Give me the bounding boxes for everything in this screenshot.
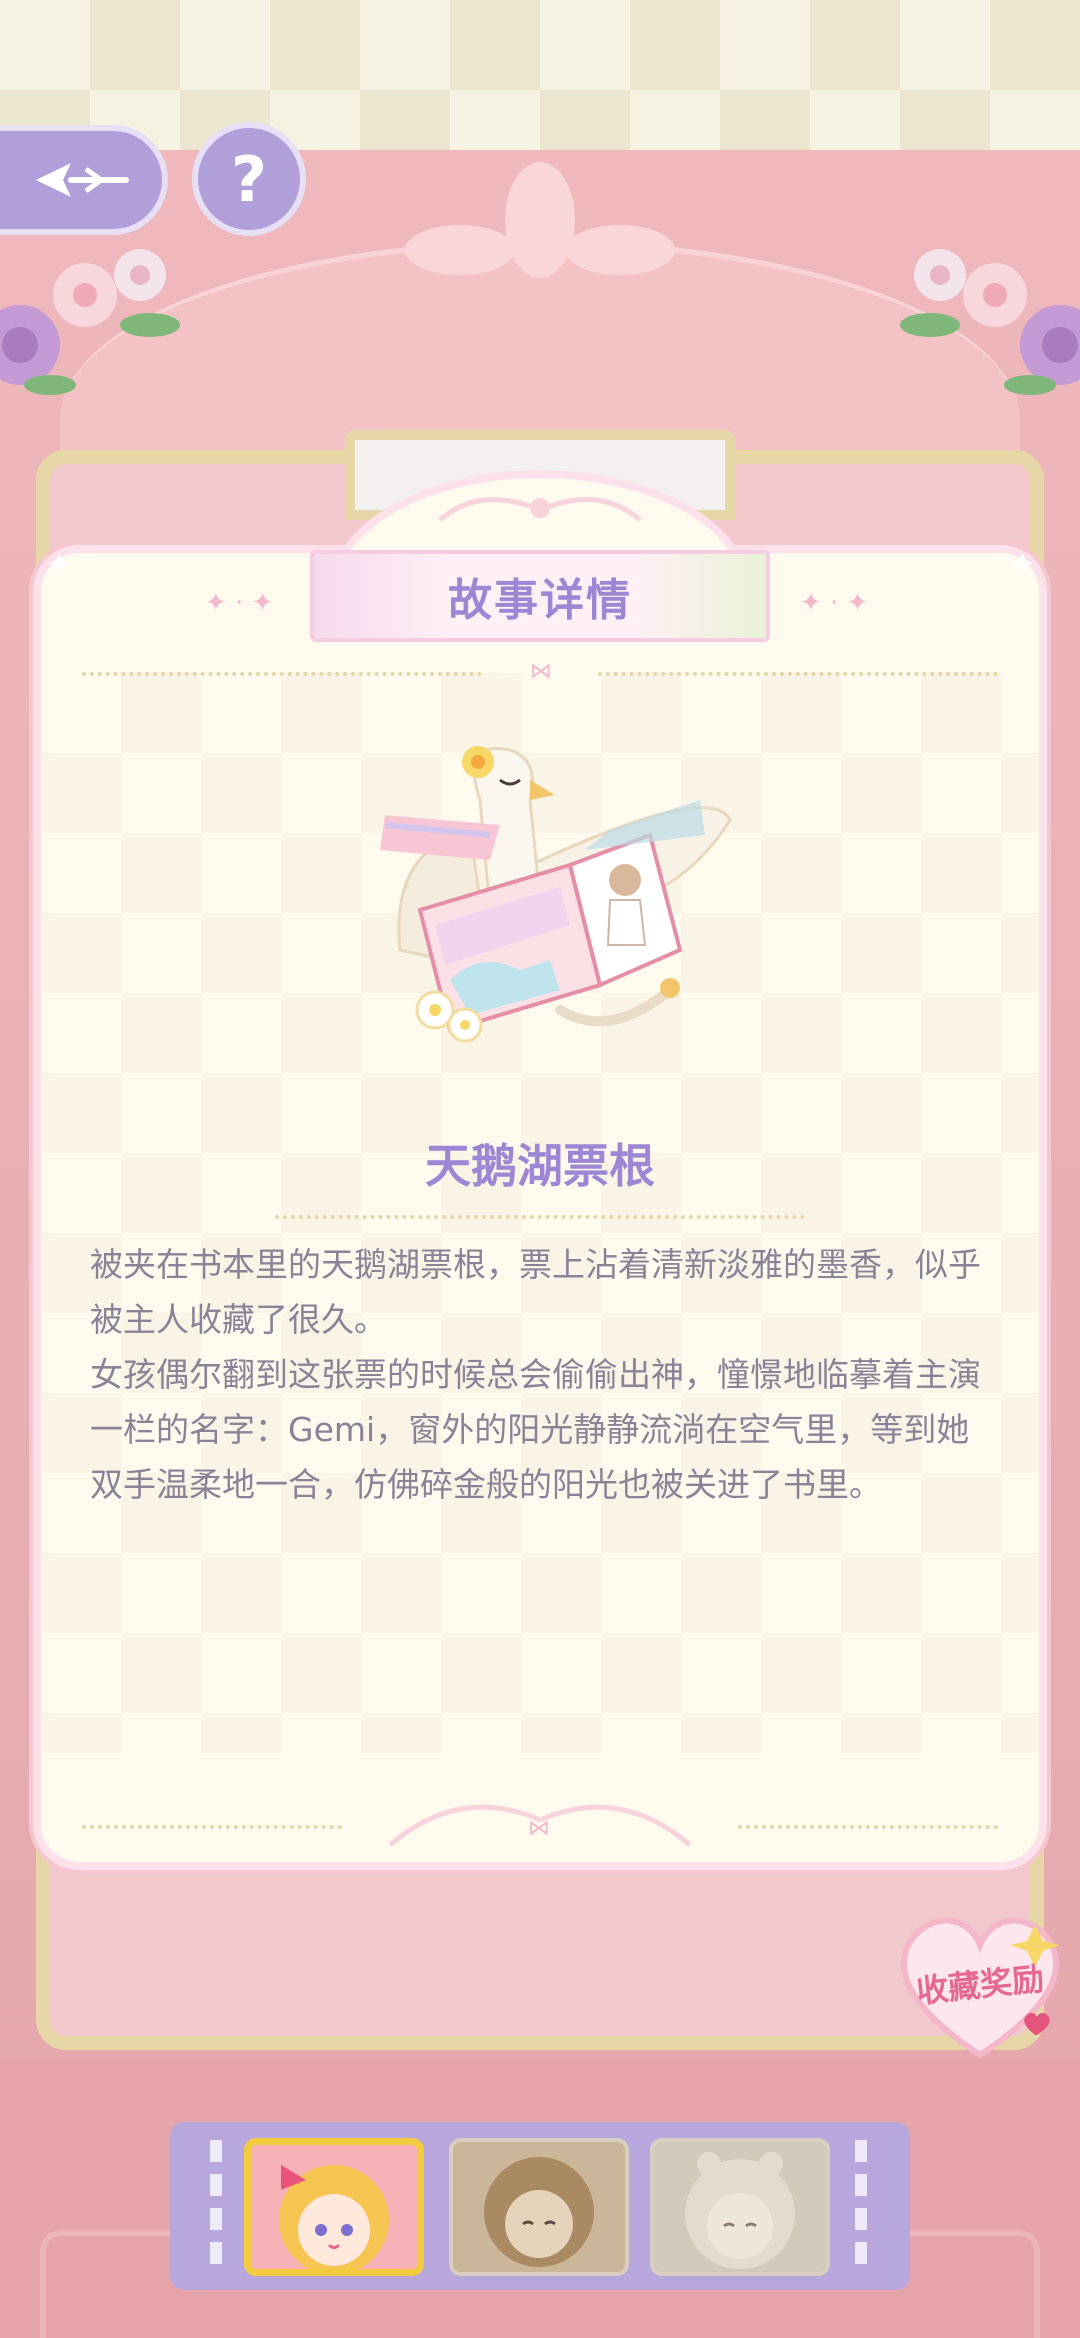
back-arrow-icon [36,163,129,197]
flower-decoration-left [0,249,180,395]
divider [738,1825,998,1829]
sparkle-icon: ✦ · ✦ [205,588,274,618]
ribbon-icon: ⋈ [530,659,552,684]
arch-ornament [438,497,642,522]
title-banner: 故事详情 [310,550,770,642]
character-avatar [453,2142,625,2272]
crown-flower-ornament [405,162,675,278]
divider [275,1215,805,1219]
flower-decoration-right [900,249,1080,395]
back-button[interactable] [0,125,168,235]
divider [598,672,998,676]
sparkle-icon: ✦ [1008,545,1037,585]
character-slot-3[interactable] [650,2138,830,2276]
sparkle-icon: ✦ · ✦ [800,588,869,618]
bottom-ornament: ⋈ [388,1804,692,1847]
divider [82,672,482,676]
divider [82,1825,342,1829]
svg-text:⋈: ⋈ [528,1816,550,1841]
help-icon: ? [231,142,267,216]
character-avatar [251,2145,417,2269]
sparkle-icon: ✦ [45,545,74,585]
item-name: 天鹅湖票根 [425,1139,655,1193]
description-paragraph: 女孩偶尔翻到这张票的时候总会偷偷出神，憧憬地临摹着主演一栏的名字：Gemi，窗外… [90,1355,981,1504]
character-slot-1[interactable] [244,2138,424,2276]
description-paragraph: 被夹在书本里的天鹅湖票根，票上沾着清新淡雅的墨香，似乎被主人收藏了很久。 [90,1245,981,1339]
item-description: 被夹在书本里的天鹅湖票根，票上沾着清新淡雅的墨香，似乎被主人收藏了很久。 女孩偶… [90,1237,1000,1512]
film-strip-notch [855,2140,867,2272]
character-avatar [654,2142,826,2272]
film-strip-notch [210,2140,222,2272]
card-title: 故事详情 [448,575,632,626]
help-button[interactable]: ? [192,122,306,236]
swan-ticket-illustration [380,746,732,1043]
character-slot-2[interactable] [449,2138,629,2276]
